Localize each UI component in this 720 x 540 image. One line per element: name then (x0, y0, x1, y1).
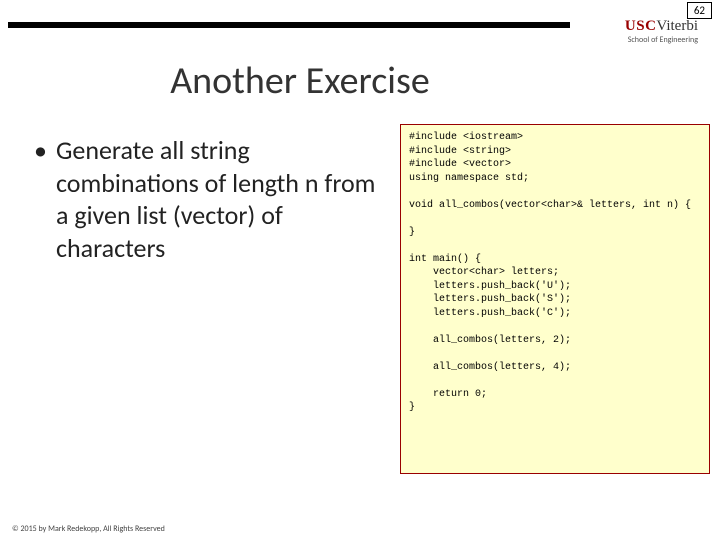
logo-usc-text: USC (625, 18, 657, 34)
code-block: #include <iostream> #include <string> #i… (400, 124, 710, 474)
logo-viterbi-text: Viterbi (656, 18, 698, 34)
header-rule (8, 22, 570, 28)
bullet-list: Generate all string combinations of leng… (30, 124, 400, 474)
page-number: 62 (687, 2, 712, 19)
header-bar: 62 USCViterbi School of Engineering (0, 0, 720, 28)
bullet-item: Generate all string combinations of leng… (30, 134, 385, 264)
content-row: Generate all string combinations of leng… (0, 124, 720, 474)
usc-viterbi-logo: USCViterbi School of Engineering (625, 18, 698, 44)
copyright-footer: © 2015 by Mark Redekopp, All Rights Rese… (12, 524, 165, 534)
slide-title: Another Exercise (0, 58, 720, 104)
logo-subtitle: School of Engineering (625, 36, 698, 44)
